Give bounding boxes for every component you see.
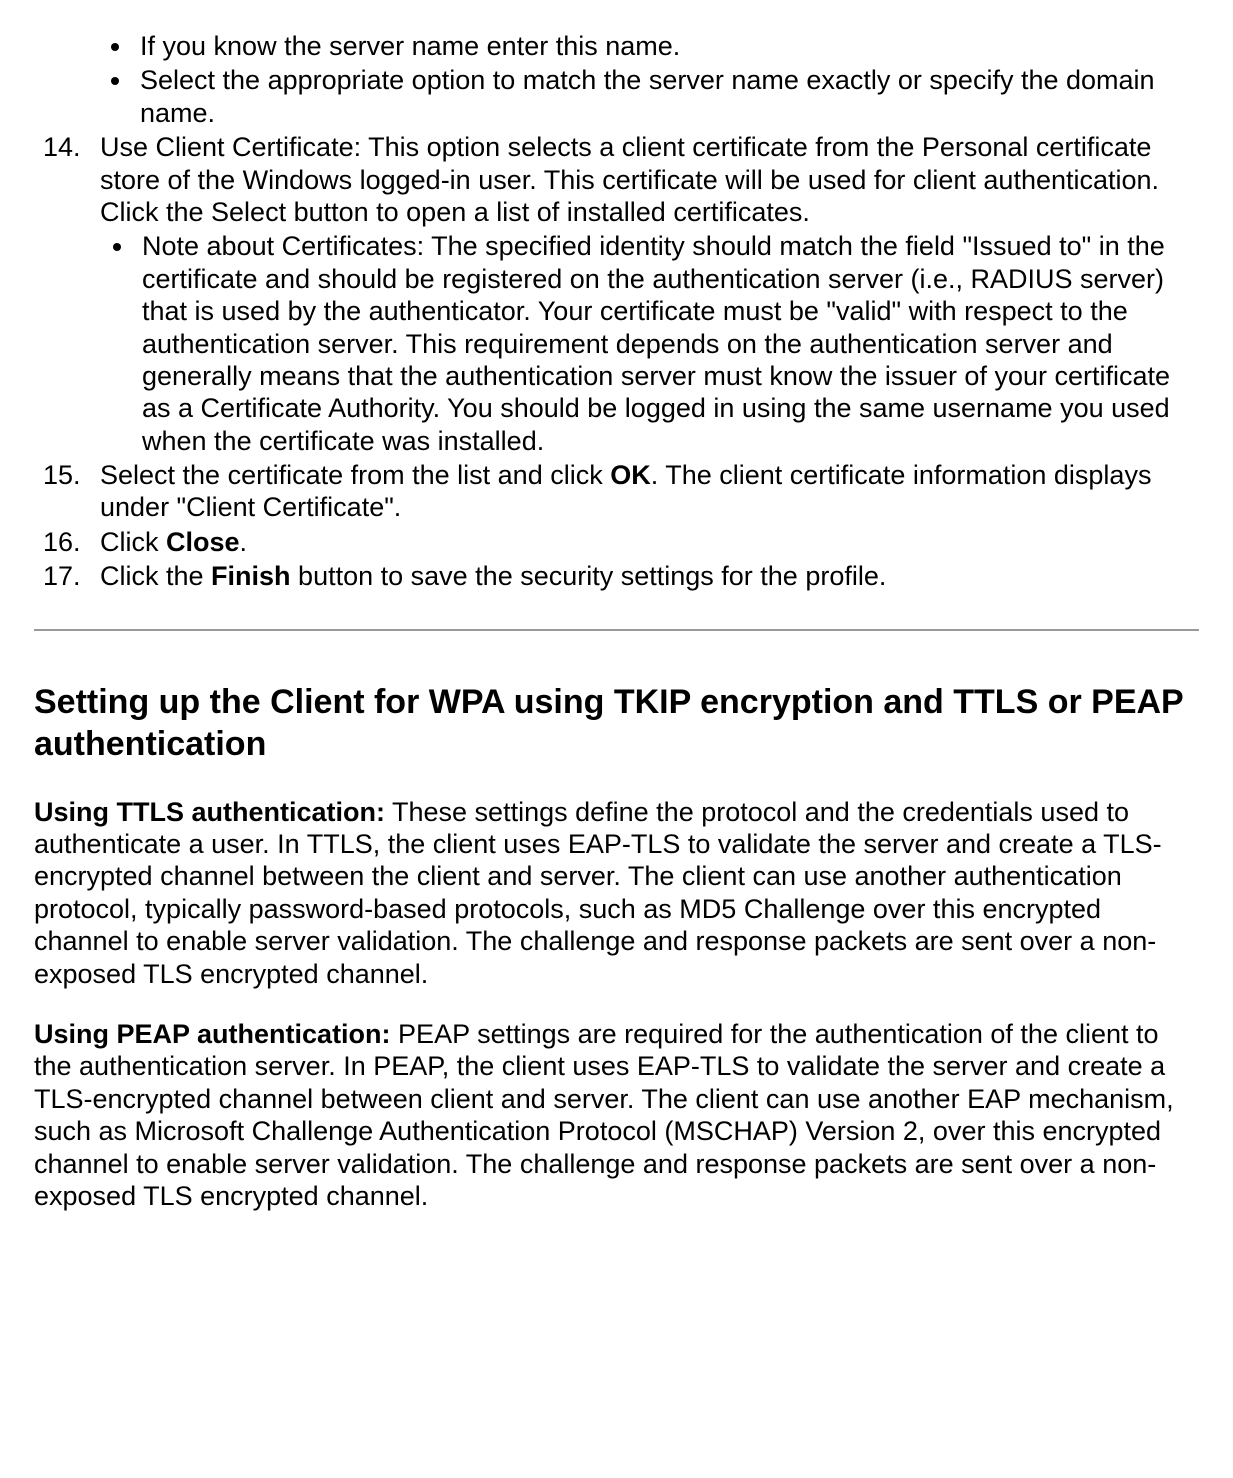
divider	[34, 629, 1199, 631]
step-16: Click Close.	[88, 526, 1199, 558]
step-text-before: Select the certificate from the list and…	[100, 460, 610, 490]
list-item: Select the appropriate option to match t…	[134, 64, 1199, 129]
step-text-before: Click the	[100, 561, 211, 591]
paragraph-ttls: Using TTLS authentication: These setting…	[34, 796, 1199, 990]
step-17: Click the Finish button to save the secu…	[88, 560, 1199, 592]
step-14: Use Client Certificate: This option sele…	[88, 131, 1199, 457]
step-bold: Close	[166, 527, 240, 557]
step-text-before: Click	[100, 527, 166, 557]
list-item: Note about Certificates: The specified i…	[136, 230, 1199, 457]
steps-list: Use Client Certificate: This option sele…	[34, 131, 1199, 592]
step-text-after: .	[240, 527, 248, 557]
step-bold: Finish	[211, 561, 291, 591]
step-text-after: button to save the security settings for…	[291, 561, 887, 591]
section-heading: Setting up the Client for WPA using TKIP…	[34, 681, 1199, 766]
list-item: If you know the server name enter this n…	[134, 30, 1199, 62]
paragraph-peap: Using PEAP authentication: PEAP settings…	[34, 1018, 1199, 1212]
step-15: Select the certificate from the list and…	[88, 459, 1199, 524]
para-lead: Using TTLS authentication:	[34, 797, 385, 827]
sub-list: Note about Certificates: The specified i…	[100, 230, 1199, 457]
para-lead: Using PEAP authentication:	[34, 1019, 391, 1049]
step-bold: OK	[610, 460, 651, 490]
step-text: Use Client Certificate: This option sele…	[100, 132, 1159, 227]
intro-bullets: If you know the server name enter this n…	[34, 30, 1199, 129]
